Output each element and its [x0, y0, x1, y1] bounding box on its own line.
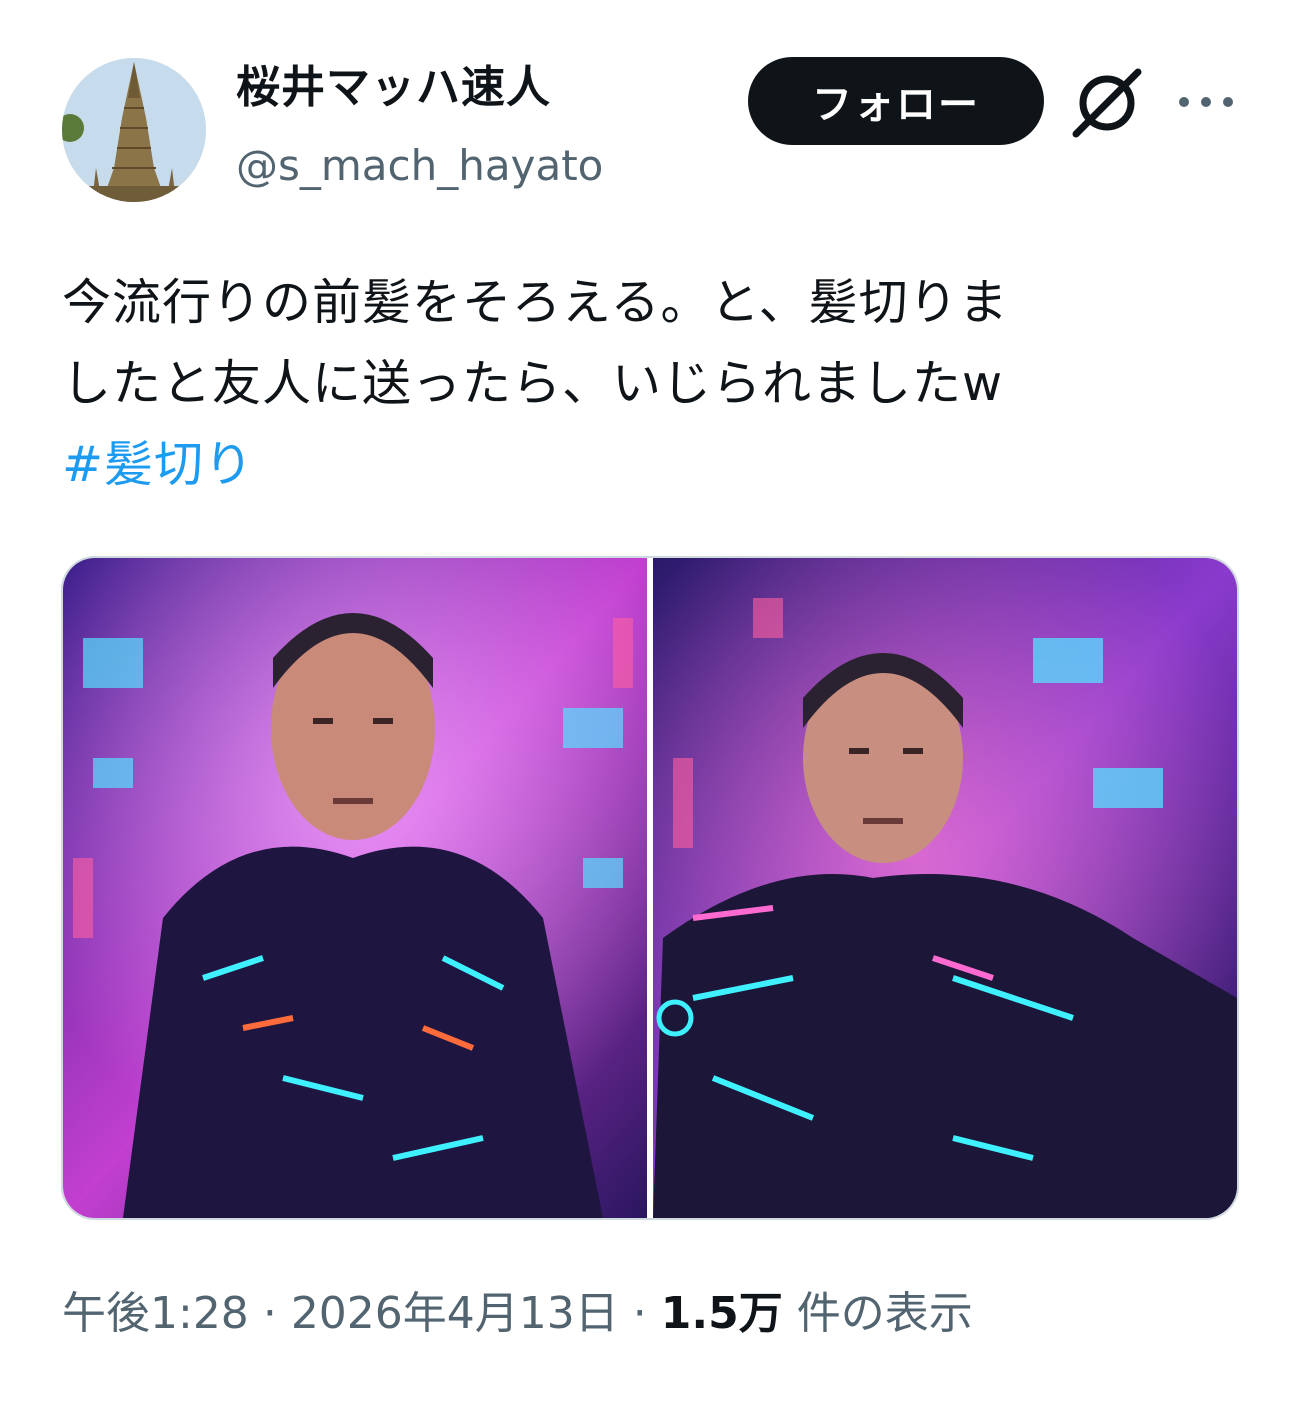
avatar[interactable] [62, 58, 206, 202]
views-label: 件の表示 [796, 1288, 973, 1339]
hashtag-link[interactable]: #髪切り [62, 424, 1242, 505]
tweet-date[interactable]: 2026年4月13日 [291, 1288, 619, 1339]
separator: · [632, 1288, 647, 1339]
tweet-text-line: したと友人に送ったら、いじられましたw [62, 355, 1004, 412]
tweet-text: 今流行りの前髪をそろえる。と、髪切りま したと友人に送ったら、いじられましたw … [62, 262, 1242, 505]
grok-icon[interactable] [1068, 64, 1146, 142]
media-image-2[interactable] [653, 558, 1237, 1218]
tweet-text-line: 今流行りの前髪をそろえる。と、髪切りま [62, 274, 1009, 331]
cyberpunk-portrait-image-1-icon [63, 558, 647, 1218]
author-display-name[interactable]: 桜井マッハ速人 [236, 63, 551, 112]
media-image-1[interactable] [63, 558, 647, 1218]
cyberpunk-portrait-image-2-icon [653, 558, 1237, 1218]
tweet-meta: 午後1:28 · 2026年4月13日 · 1.5万 件の表示 [62, 1285, 973, 1342]
follow-button[interactable]: フォロー [748, 57, 1044, 145]
views-count[interactable]: 1.5万 [661, 1288, 783, 1339]
media-grid [61, 556, 1239, 1220]
more-dots-icon[interactable] [1174, 80, 1238, 124]
temple-photo-avatar-icon [62, 58, 206, 202]
separator: · [262, 1288, 277, 1339]
author-handle[interactable]: @s_mach_hayato [236, 142, 603, 189]
tweet-time[interactable]: 午後1:28 [62, 1288, 249, 1339]
